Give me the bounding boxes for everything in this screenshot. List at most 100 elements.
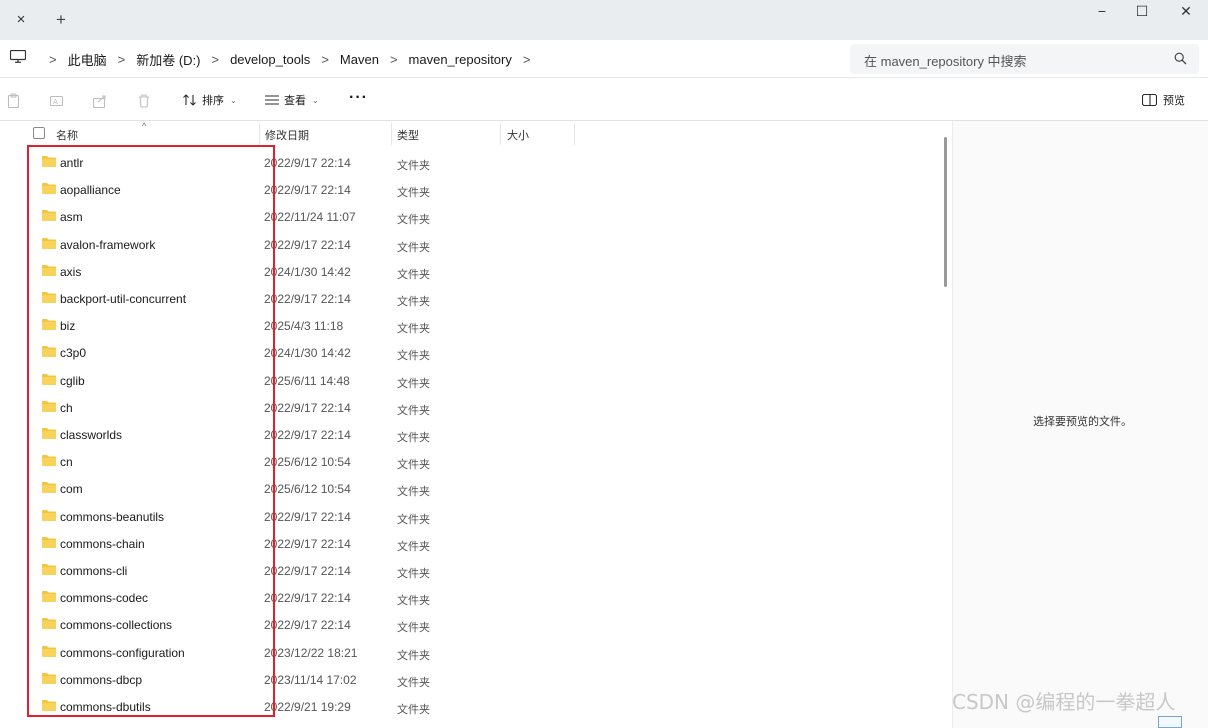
breadcrumb-separator[interactable]: > bbox=[321, 52, 329, 67]
preview-pane: 选择要预览的文件。 bbox=[952, 121, 1208, 728]
maximize-button[interactable]: ☐ bbox=[1120, 0, 1164, 24]
column-header-name[interactable]: 名称 bbox=[56, 127, 78, 143]
file-modified-date: 2022/9/17 22:14 bbox=[264, 292, 351, 306]
file-type: 文件夹 bbox=[397, 483, 430, 499]
breadcrumb-item-maven[interactable]: Maven bbox=[340, 52, 379, 67]
file-modified-date: 2022/9/17 22:14 bbox=[264, 401, 351, 415]
file-type: 文件夹 bbox=[397, 375, 430, 391]
column-header-row: ^ 名称 修改日期 类型 大小 bbox=[0, 121, 952, 147]
paste-icon[interactable] bbox=[6, 93, 22, 109]
sort-ascending-icon: ^ bbox=[142, 121, 146, 131]
file-modified-date: 2022/9/17 22:14 bbox=[264, 510, 351, 524]
file-type: 文件夹 bbox=[397, 674, 430, 690]
address-bar: > 此电脑 > 新加卷 (D:) > develop_tools > Maven… bbox=[0, 40, 1208, 78]
column-header-size[interactable]: 大小 bbox=[507, 127, 529, 143]
file-modified-date: 2024/1/30 14:42 bbox=[264, 346, 351, 360]
delete-icon[interactable] bbox=[136, 93, 152, 109]
rename-icon[interactable]: A bbox=[49, 93, 65, 109]
file-type: 文件夹 bbox=[397, 429, 430, 445]
chevron-down-icon: ⌄ bbox=[230, 96, 237, 105]
column-header-modified[interactable]: 修改日期 bbox=[265, 127, 309, 143]
status-view-toggle[interactable] bbox=[1158, 716, 1182, 728]
vertical-scrollbar[interactable] bbox=[944, 137, 947, 287]
sort-button[interactable]: 排序 ⌄ bbox=[182, 79, 237, 121]
file-type: 文件夹 bbox=[397, 184, 430, 200]
more-options-button[interactable]: ··· bbox=[349, 89, 368, 107]
command-bar: A 排序 ⌄ 查看 ⌄ ··· 预览 bbox=[0, 79, 1208, 121]
highlight-annotation bbox=[27, 145, 275, 717]
minimize-button[interactable]: − bbox=[1080, 0, 1124, 24]
file-type: 文件夹 bbox=[397, 293, 430, 309]
file-type: 文件夹 bbox=[397, 619, 430, 635]
breadcrumb-item-develop-tools[interactable]: develop_tools bbox=[230, 52, 310, 67]
column-divider[interactable] bbox=[391, 123, 392, 145]
file-modified-date: 2022/9/21 19:29 bbox=[264, 700, 351, 714]
column-header-type[interactable]: 类型 bbox=[397, 127, 419, 143]
preview-label: 预览 bbox=[1163, 92, 1185, 108]
breadcrumb-separator[interactable]: > bbox=[49, 52, 57, 67]
search-input[interactable]: 在 maven_repository 中搜索 bbox=[850, 44, 1199, 74]
file-type: 文件夹 bbox=[397, 511, 430, 527]
view-button[interactable]: 查看 ⌄ bbox=[264, 79, 319, 121]
breadcrumb-separator[interactable]: > bbox=[118, 52, 126, 67]
file-modified-date: 2024/1/30 14:42 bbox=[264, 265, 351, 279]
file-modified-date: 2023/12/22 18:21 bbox=[264, 646, 357, 660]
file-type: 文件夹 bbox=[397, 402, 430, 418]
svg-text:A: A bbox=[53, 98, 58, 106]
breadcrumb: > 此电脑 > 新加卷 (D:) > develop_tools > Maven… bbox=[38, 40, 541, 78]
preview-toggle-button[interactable]: 预览 bbox=[1142, 79, 1185, 121]
search-icon[interactable] bbox=[1174, 52, 1187, 65]
file-modified-date: 2022/9/17 22:14 bbox=[264, 537, 351, 551]
title-bar: × + − ☐ ✕ bbox=[0, 0, 1208, 40]
file-modified-date: 2025/6/12 10:54 bbox=[264, 482, 351, 496]
breadcrumb-separator[interactable]: > bbox=[390, 52, 398, 67]
search-placeholder: 在 maven_repository 中搜索 bbox=[864, 51, 1027, 70]
view-label: 查看 bbox=[284, 92, 306, 108]
file-type: 文件夹 bbox=[397, 538, 430, 554]
file-modified-date: 2025/4/3 11:18 bbox=[264, 319, 343, 333]
file-type: 文件夹 bbox=[397, 157, 430, 173]
breadcrumb-item-maven-repository[interactable]: maven_repository bbox=[409, 52, 512, 67]
preview-empty-message: 选择要预览的文件。 bbox=[1033, 413, 1132, 429]
file-type: 文件夹 bbox=[397, 320, 430, 336]
file-type: 文件夹 bbox=[397, 647, 430, 663]
file-type: 文件夹 bbox=[397, 239, 430, 255]
sort-label: 排序 bbox=[202, 92, 224, 108]
file-modified-date: 2025/6/12 10:54 bbox=[264, 455, 351, 469]
file-type: 文件夹 bbox=[397, 456, 430, 472]
file-modified-date: 2022/9/17 22:14 bbox=[264, 183, 351, 197]
close-tab-icon[interactable]: × bbox=[10, 9, 32, 31]
file-modified-date: 2023/11/14 17:02 bbox=[264, 673, 357, 687]
file-modified-date: 2022/9/17 22:14 bbox=[264, 156, 351, 170]
share-icon[interactable] bbox=[92, 93, 108, 109]
breadcrumb-item-this-pc[interactable]: 此电脑 bbox=[68, 50, 107, 69]
file-type: 文件夹 bbox=[397, 347, 430, 363]
column-divider[interactable] bbox=[574, 123, 575, 145]
file-type: 文件夹 bbox=[397, 211, 430, 227]
file-modified-date: 2025/6/11 14:48 bbox=[264, 374, 350, 388]
file-modified-date: 2022/9/17 22:14 bbox=[264, 618, 351, 632]
new-tab-button[interactable]: + bbox=[50, 9, 72, 31]
file-modified-date: 2022/9/17 22:14 bbox=[264, 564, 351, 578]
file-modified-date: 2022/9/17 22:14 bbox=[264, 591, 351, 605]
breadcrumb-separator[interactable]: > bbox=[211, 52, 219, 67]
file-type: 文件夹 bbox=[397, 266, 430, 282]
breadcrumb-item-drive-d[interactable]: 新加卷 (D:) bbox=[136, 50, 200, 69]
select-all-checkbox[interactable] bbox=[33, 127, 45, 139]
view-icon bbox=[264, 94, 280, 106]
breadcrumb-separator[interactable]: > bbox=[523, 52, 531, 67]
file-modified-date: 2022/9/17 22:14 bbox=[264, 428, 351, 442]
column-divider[interactable] bbox=[259, 123, 260, 145]
file-type: 文件夹 bbox=[397, 565, 430, 581]
watermark: CSDN @编程的一拳超人 bbox=[952, 686, 1175, 715]
preview-pane-icon bbox=[1142, 94, 1157, 106]
chevron-down-icon: ⌄ bbox=[312, 96, 319, 105]
computer-icon[interactable] bbox=[10, 50, 26, 63]
file-type: 文件夹 bbox=[397, 701, 430, 717]
column-divider[interactable] bbox=[500, 123, 501, 145]
close-window-button[interactable]: ✕ bbox=[1164, 0, 1208, 24]
file-modified-date: 2022/11/24 11:07 bbox=[264, 210, 356, 224]
sort-icon bbox=[182, 93, 198, 107]
file-type: 文件夹 bbox=[397, 592, 430, 608]
file-modified-date: 2022/9/17 22:14 bbox=[264, 238, 351, 252]
